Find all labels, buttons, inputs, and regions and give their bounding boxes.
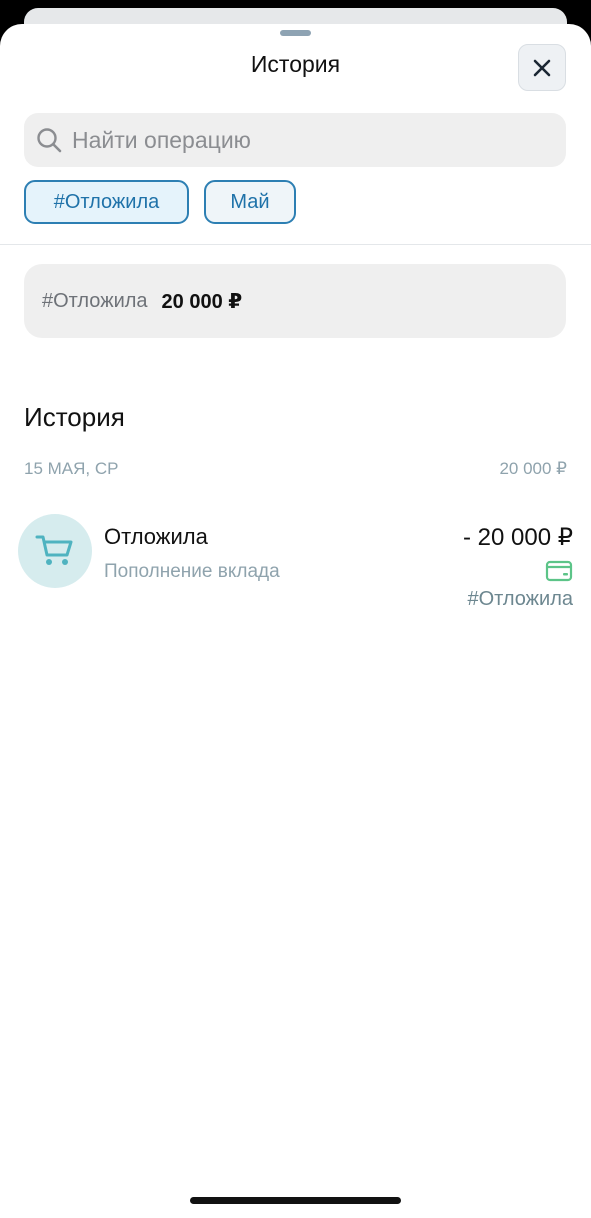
sheet-grabber[interactable] [280,30,311,36]
filter-chip-label: Май [230,190,270,213]
filter-chip-month[interactable]: Май [204,180,296,224]
history-sheet: История Найти операцию #Отложила Май #От… [0,24,591,1218]
summary-tag: #Отложила [42,289,148,312]
home-indicator [190,1197,401,1204]
transaction-subtitle: Пополнение вклада [104,561,280,582]
summary-card: #Отложила 20 000 ₽ [24,264,566,338]
history-section-title: История [24,402,125,432]
close-icon [533,59,551,76]
summary-amount: 20 000 ₽ [161,290,243,313]
sheet-title: История [250,51,341,77]
card-icon [545,560,573,587]
filter-chip-label: #Отложила [53,190,160,213]
search-icon [37,128,62,153]
transaction-title: Отложила [104,524,208,549]
transaction-amount: - 20 000 ₽ [462,524,573,551]
transaction-tag: #Отложила [467,588,573,610]
close-button[interactable] [518,44,566,91]
transaction-category-icon [18,514,92,588]
date-group-total: 20 000 ₽ [499,459,567,478]
shopping-cart-icon [35,535,73,565]
search-placeholder: Найти операцию [72,126,251,153]
filter-chip-tag[interactable]: #Отложила [24,180,189,224]
search-input[interactable]: Найти операцию [24,113,566,167]
date-group-label: 15 МАЯ, СР [24,459,119,478]
divider [0,244,591,245]
